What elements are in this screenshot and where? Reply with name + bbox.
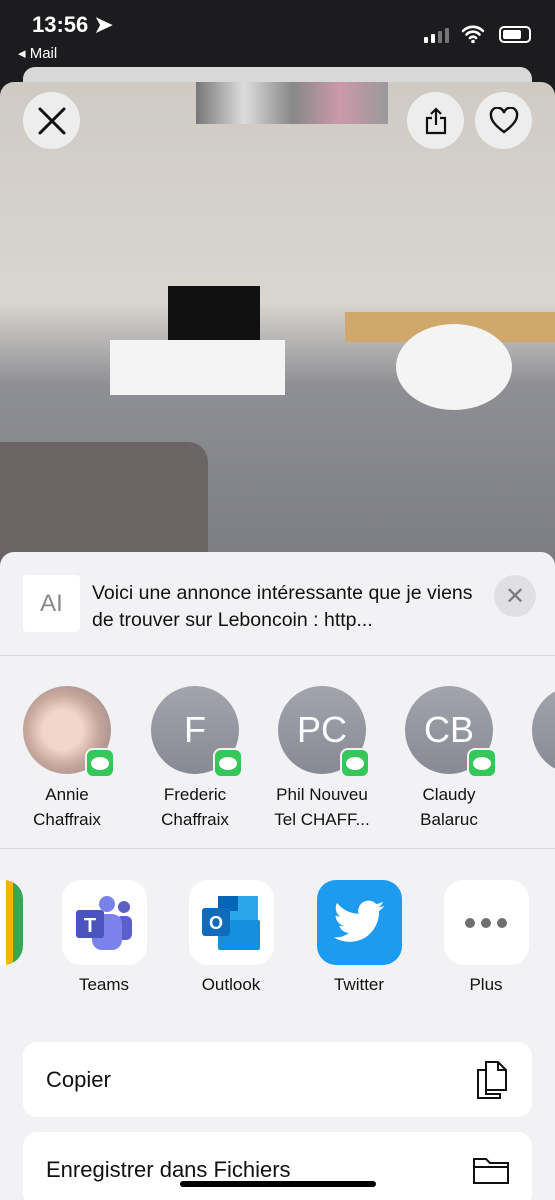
share-photo-button[interactable] <box>407 92 464 149</box>
contact-name: Phil Nouveu <box>276 785 368 804</box>
wifi-icon <box>461 25 485 44</box>
contact-name: c <box>516 782 555 807</box>
contact-name: Chaffraix <box>161 810 229 829</box>
contact-item[interactable]: F Frederic Chaffraix <box>135 686 255 832</box>
avatar: PC <box>278 686 370 778</box>
close-icon <box>38 107 65 134</box>
favorite-button[interactable] <box>475 92 532 149</box>
avatar <box>532 686 555 774</box>
google-app-icon <box>0 880 23 965</box>
messages-icon <box>213 748 243 778</box>
contact-name: Balaruc <box>420 810 478 829</box>
text-document-icon: AI <box>23 575 80 632</box>
teams-icon: T <box>61 880 147 965</box>
app-label: Plus <box>469 975 503 994</box>
contact-name: Annie <box>45 785 89 804</box>
status-bar: 13:56 ➤ ◂ Mail <box>0 0 555 66</box>
close-sheet-button[interactable]: ✕ <box>494 575 536 617</box>
chair <box>396 324 512 410</box>
contact-item[interactable]: Annie Chaffraix <box>7 686 127 832</box>
avatar-initials: F <box>184 709 206 750</box>
battery-icon <box>499 26 531 43</box>
save-to-files-action[interactable]: Enregistrer dans Fichiers <box>23 1132 532 1200</box>
share-sheet: AI Voici une annonce intéressante que je… <box>0 552 555 1200</box>
messages-icon <box>467 748 497 778</box>
heart-icon <box>489 106 518 133</box>
home-indicator[interactable] <box>180 1181 376 1187</box>
back-to-mail-link[interactable]: ◂ Mail <box>18 44 57 62</box>
contact-name: Frederic <box>163 785 227 804</box>
twitter-bird-icon <box>316 880 402 965</box>
app-label: Twitter <box>333 975 385 994</box>
listing-photo <box>0 82 555 572</box>
app-label: Teams <box>78 975 130 994</box>
contact-item[interactable]: c <box>516 686 555 807</box>
avatar: CB <box>405 686 497 778</box>
contact-name: Tel CHAFF... <box>274 810 370 829</box>
share-icon <box>425 106 446 134</box>
contact-item[interactable]: CB Claudy Balaruc <box>389 686 509 832</box>
svg-text:T: T <box>84 915 96 937</box>
shared-text-preview: Voici une annonce intéressante que je vi… <box>92 582 473 631</box>
avatar-initials: PC <box>296 709 347 750</box>
avatar: F <box>151 686 243 778</box>
action-label: Copier <box>46 1066 111 1092</box>
signal-icon <box>424 28 449 43</box>
messages-icon <box>340 748 370 778</box>
location-icon: ➤ <box>94 12 113 37</box>
folder-icon <box>473 1157 509 1184</box>
outlook-icon: O <box>188 880 274 965</box>
contact-name: Chaffraix <box>33 810 101 829</box>
wall-art <box>196 82 388 124</box>
svg-text:O: O <box>209 913 223 933</box>
contacts-row: Annie Chaffraix F Frederic Chaffraix PC Phil… <box>0 656 555 849</box>
app-teams[interactable]: T Teams <box>49 880 159 995</box>
app-partial[interactable] <box>0 880 35 965</box>
close-photo-button[interactable] <box>23 92 80 149</box>
app-outlook[interactable]: O Outlook <box>176 880 286 995</box>
close-icon: ✕ <box>504 582 526 610</box>
clock: 13:56 ➤ <box>32 12 113 37</box>
copy-action[interactable]: Copier <box>23 1042 532 1117</box>
tv-cabinet <box>110 340 285 395</box>
copy-icon <box>477 1060 507 1099</box>
app-more[interactable]: Plus <box>431 880 541 995</box>
contact-name: Claudy <box>422 785 476 804</box>
app-twitter[interactable]: Twitter <box>304 880 414 995</box>
apps-row: T Teams O Outlook Twitter Plus <box>0 849 555 1019</box>
app-label: Outlook <box>201 975 261 994</box>
avatar-initials: CB <box>423 709 474 750</box>
avatar <box>23 686 115 778</box>
action-label: Enregistrer dans Fichiers <box>46 1156 291 1182</box>
more-icon <box>443 880 529 965</box>
contact-item[interactable]: PC Phil Nouveu Tel CHAFF... <box>262 686 382 832</box>
share-header: AI Voici une annonce intéressante que je… <box>0 552 555 656</box>
messages-icon <box>85 748 115 778</box>
